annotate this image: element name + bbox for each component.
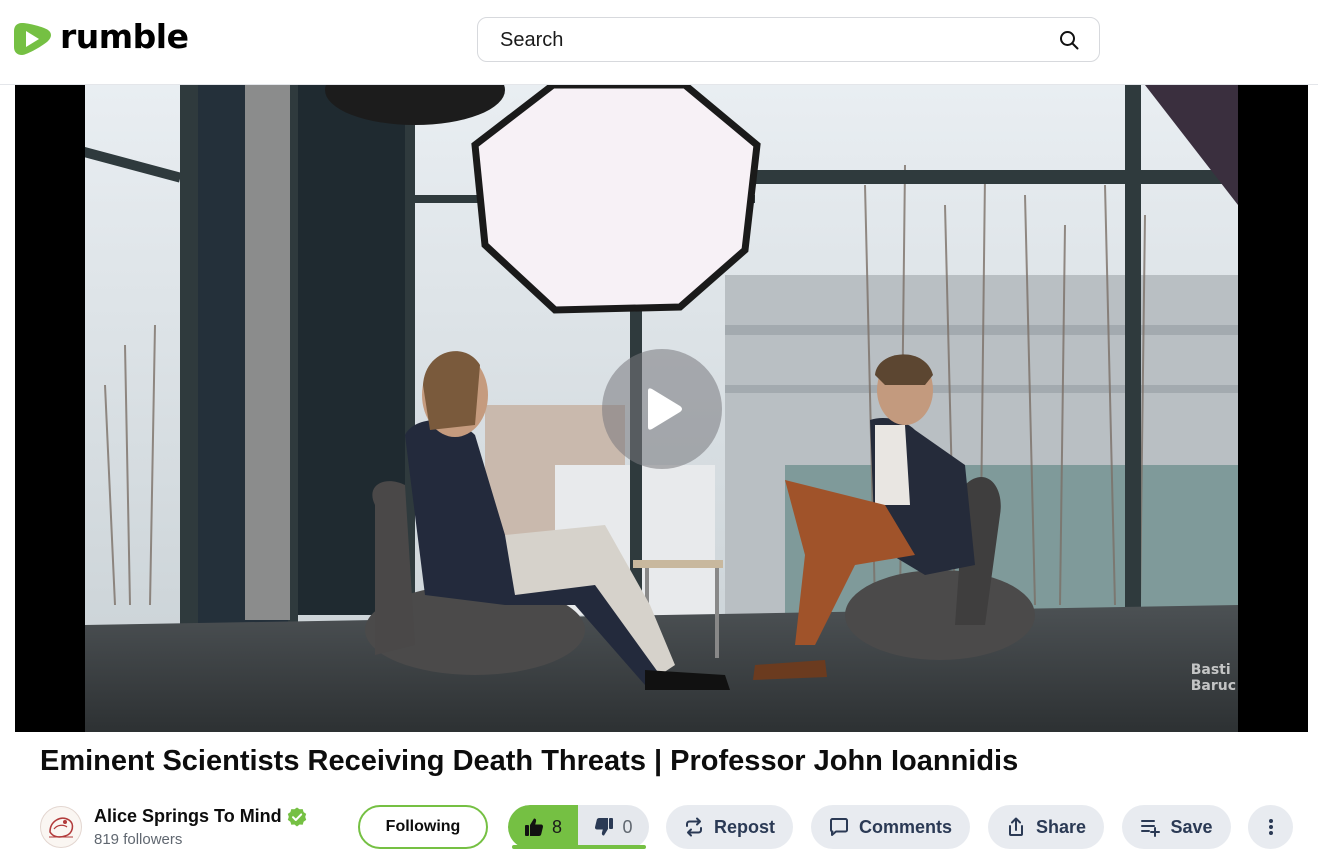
search-icon[interactable] <box>1059 30 1079 50</box>
play-icon <box>648 388 682 430</box>
share-icon <box>1008 817 1023 836</box>
logo-wordmark: rumble <box>60 17 189 56</box>
share-button[interactable]: Share <box>988 805 1104 849</box>
vote-buttons: 8 0 <box>508 805 649 849</box>
comments-button[interactable]: Comments <box>811 805 970 849</box>
upvote-button[interactable]: 8 <box>508 805 578 849</box>
repost-label: Repost <box>713 816 775 837</box>
playlist-add-icon <box>1141 820 1161 837</box>
upvote-count: 8 <box>551 816 562 837</box>
save-button[interactable]: Save <box>1122 805 1231 849</box>
comments-label: Comments <box>858 816 952 837</box>
video-watermark: Basti Baruc <box>1190 662 1236 694</box>
thumbs-up-icon <box>524 818 543 836</box>
repost-icon <box>685 817 702 837</box>
video-title: Eminent Scientists Receiving Death Threa… <box>40 745 1019 777</box>
share-label: Share <box>1035 816 1087 837</box>
following-button[interactable]: Following <box>358 805 488 849</box>
rumble-logo[interactable]: rumble <box>14 17 189 59</box>
channel-avatar[interactable] <box>40 806 82 848</box>
more-vertical-icon <box>1268 819 1273 835</box>
channel-name[interactable]: Alice Springs To Mind <box>94 806 282 827</box>
save-label: Save <box>1170 816 1213 837</box>
site-header: rumble <box>0 0 1318 85</box>
search-input[interactable] <box>498 18 1042 63</box>
verified-icon <box>287 807 307 827</box>
play-button[interactable] <box>602 349 722 469</box>
thumbs-down-icon <box>595 818 614 836</box>
repost-button[interactable]: Repost <box>666 805 793 849</box>
downvote-button[interactable]: 0 <box>578 805 649 849</box>
follower-count: 819 followers <box>94 831 183 848</box>
more-options-button[interactable] <box>1248 805 1293 849</box>
video-player[interactable]: Basti Baruc <box>15 85 1308 732</box>
search-box <box>477 17 1100 63</box>
avatar-image <box>41 807 81 847</box>
rumble-logo-icon <box>14 23 51 55</box>
vote-ratio-bar <box>512 845 646 849</box>
comment-icon <box>829 818 848 836</box>
downvote-count: 0 <box>622 816 633 837</box>
